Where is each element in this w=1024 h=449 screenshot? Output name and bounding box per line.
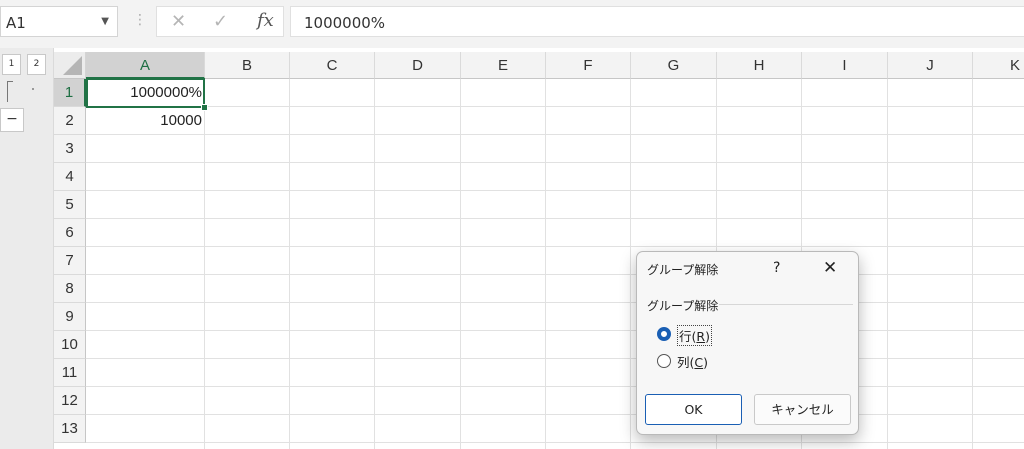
cell-a2[interactable]: 10000 [88, 107, 202, 135]
row-header-2[interactable]: 2 [54, 107, 86, 135]
row-gridline [86, 190, 1024, 191]
radio-columns-label[interactable]: 列(C) [677, 352, 708, 371]
row-header-4[interactable]: 4 [54, 163, 86, 191]
drag-handle-icon[interactable]: ⋮ [133, 12, 147, 28]
columns-label-text: 列 [677, 355, 690, 370]
ungroup-dialog: グループ解除 ? ✕ グループ解除 行(R) 列(C) OK キャンセル [636, 251, 859, 435]
row-header-6[interactable]: 6 [54, 219, 86, 247]
cancel-button[interactable]: キャンセル [754, 394, 851, 425]
column-header-e[interactable]: E [461, 52, 546, 79]
row-header-11[interactable]: 11 [54, 359, 86, 387]
select-all-triangle [63, 56, 82, 75]
help-button[interactable]: ? [773, 260, 780, 276]
row-gridline [86, 134, 1024, 135]
column-header-f[interactable]: F [546, 52, 631, 79]
close-icon[interactable]: ✕ [823, 258, 837, 278]
row-gridline [86, 274, 1024, 275]
row-gridline [86, 386, 1024, 387]
ok-button[interactable]: OK [645, 394, 742, 425]
column-header-a[interactable]: A [86, 52, 205, 79]
select-all-button[interactable] [54, 52, 86, 79]
outline-level-1-button[interactable]: 1 [2, 54, 21, 75]
column-header-b[interactable]: B [205, 52, 290, 79]
row-header-10[interactable]: 10 [54, 331, 86, 359]
columns-mnemonic-key: C [694, 355, 704, 370]
rows-label-text: 行 [679, 329, 692, 344]
row-gridline [86, 414, 1024, 415]
outline-pane: 1 2 − [0, 48, 54, 449]
row-header-7[interactable]: 7 [54, 247, 86, 275]
group-label: グループ解除 [647, 299, 719, 313]
formula-buttons: ✕ ✓ fx [156, 6, 284, 37]
formula-value: 1000000% [304, 14, 386, 32]
rows-mnemonic-key: R [696, 329, 706, 344]
row-gridline [86, 162, 1024, 163]
name-box-value: A1 [6, 14, 26, 32]
row-header-3[interactable]: 3 [54, 135, 86, 163]
row-header-13[interactable]: 13 [54, 415, 86, 443]
radio-columns[interactable] [657, 354, 671, 368]
column-header-k[interactable]: K [973, 52, 1024, 79]
column-header-h[interactable]: H [717, 52, 802, 79]
columns-mnemonic: (C) [689, 355, 709, 370]
row-gridline [86, 302, 1024, 303]
row-header-1[interactable]: 1 [54, 79, 86, 107]
chevron-down-icon[interactable]: ▼ [101, 16, 109, 27]
cancel-icon[interactable]: ✕ [171, 11, 186, 32]
formula-bar: A1 ▼ ⋮ ✕ ✓ fx 1000000% [0, 0, 1024, 48]
rows-mnemonic: (R) [691, 329, 710, 344]
outline-dot [32, 88, 34, 90]
row-header-5[interactable]: 5 [54, 191, 86, 219]
formula-input[interactable]: 1000000% [290, 6, 1024, 37]
group-divider [719, 304, 853, 305]
column-header-g[interactable]: G [631, 52, 717, 79]
radio-rows-label[interactable]: 行(R) [677, 325, 712, 346]
row-header-9[interactable]: 9 [54, 303, 86, 331]
row-gridline [86, 330, 1024, 331]
insert-function-button[interactable]: fx [257, 10, 274, 31]
row-gridline [86, 358, 1024, 359]
active-cell-border [86, 78, 205, 108]
radio-rows[interactable] [657, 327, 671, 341]
column-header-d[interactable]: D [375, 52, 461, 79]
column-header-i[interactable]: I [802, 52, 888, 79]
outline-bracket [7, 81, 13, 102]
outline-level-2-button[interactable]: 2 [27, 54, 46, 75]
row-header-8[interactable]: 8 [54, 275, 86, 303]
row-gridline [86, 246, 1024, 247]
outline-collapse-button[interactable]: − [0, 108, 24, 132]
column-header-j[interactable]: J [888, 52, 973, 79]
dialog-title: グループ解除 [647, 263, 719, 277]
row-header-12[interactable]: 12 [54, 387, 86, 415]
row-gridline [86, 106, 1024, 107]
enter-check-icon[interactable]: ✓ [213, 11, 228, 32]
name-box[interactable]: A1 ▼ [0, 6, 118, 37]
column-header-c[interactable]: C [290, 52, 375, 79]
fill-handle[interactable] [201, 104, 208, 111]
row-gridline [86, 442, 1024, 443]
row-gridline [86, 218, 1024, 219]
